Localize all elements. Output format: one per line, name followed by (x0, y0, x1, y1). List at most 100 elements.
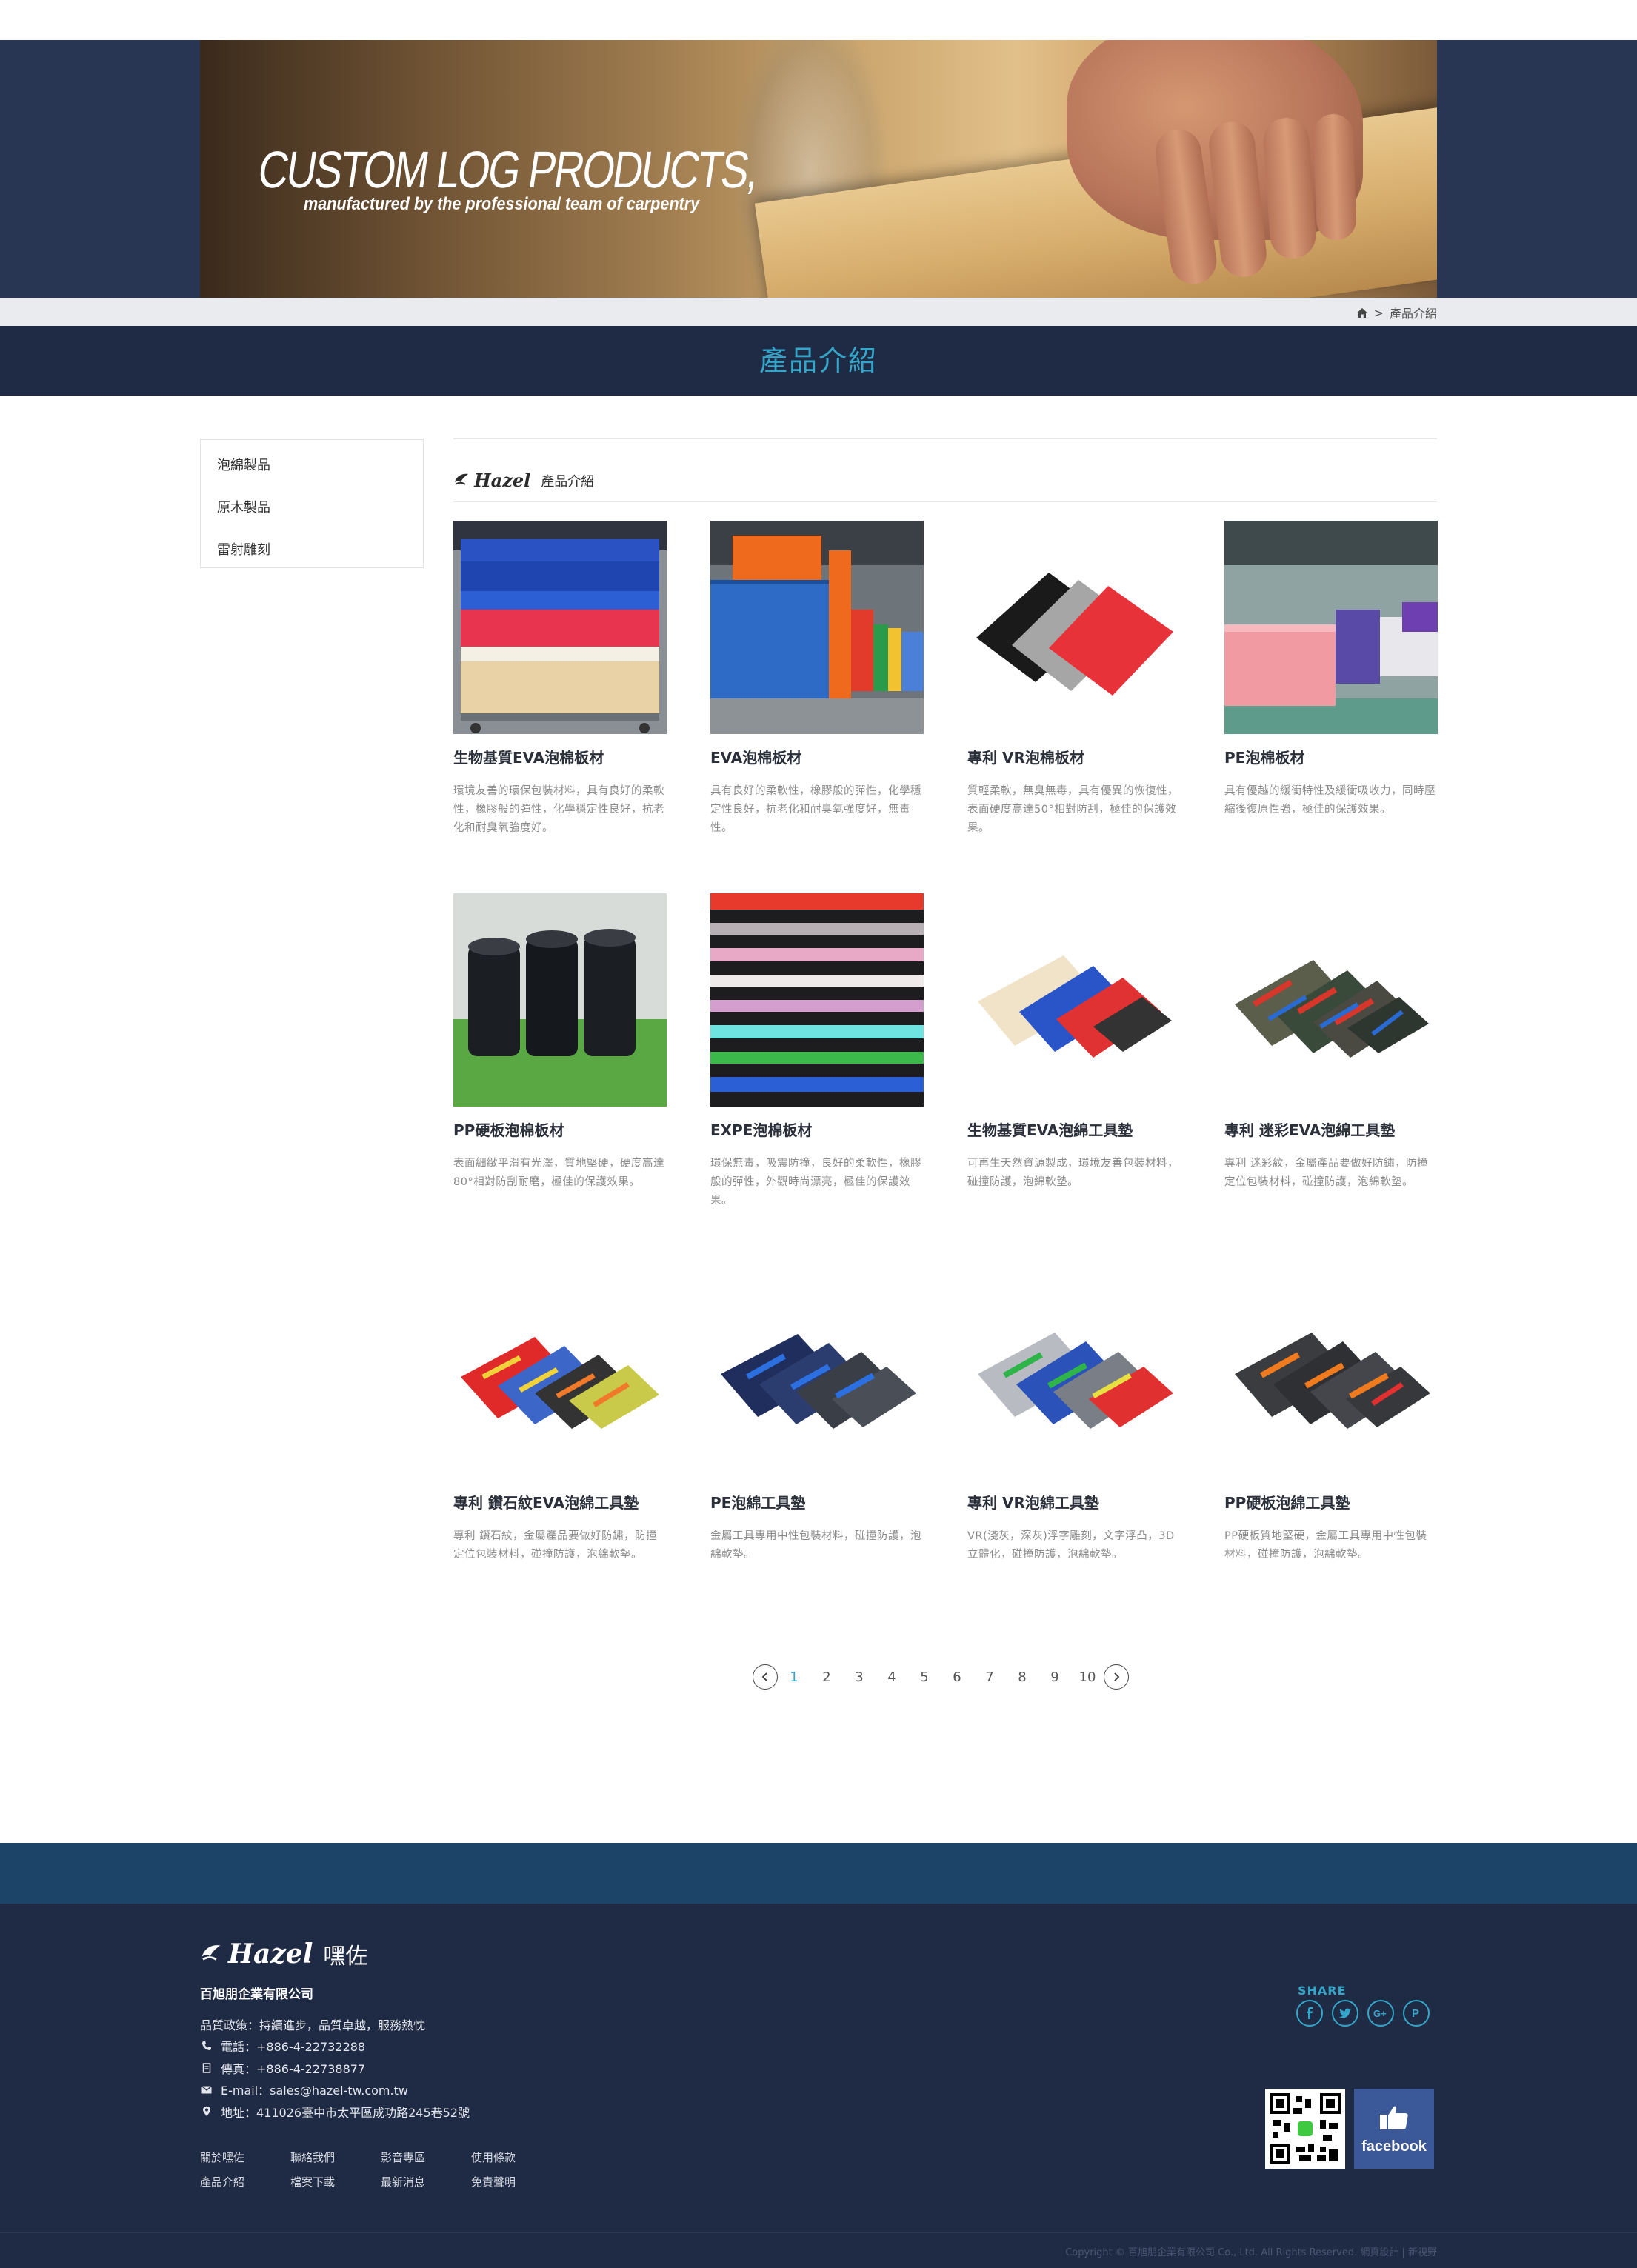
page-7[interactable]: 7 (973, 1670, 1006, 1685)
page-8[interactable]: 8 (1006, 1670, 1038, 1685)
product-image[interactable] (967, 893, 1181, 1107)
page-4[interactable]: 4 (876, 1670, 908, 1685)
product-title[interactable]: 專利 VR泡棉板材 (967, 746, 1181, 767)
product-description: 專利 鑽石紋，金屬產品要做好防鏽，防撞定位包裝材料，碰撞防護，泡綿軟墊。 (453, 1530, 658, 1561)
footer-link-video[interactable]: 影音專區 (381, 2149, 471, 2165)
product-title[interactable]: 專利 鑽石紋EVA泡綿工具墊 (453, 1491, 667, 1512)
footer-link-contact[interactable]: 聯絡我們 (290, 2149, 381, 2165)
product-card[interactable]: 生物基質EVA泡棉板材 環境友善的環保包裝材料，具有良好的柔軟性，橡膠般的彈性，… (453, 521, 667, 893)
facebook-badge[interactable]: facebook (1354, 2089, 1434, 2169)
footer-link-products[interactable]: 產品介紹 (200, 2174, 290, 2189)
pinterest-share-icon[interactable]: P (1403, 2000, 1430, 2027)
product-title[interactable]: 專利 迷彩EVA泡綿工具墊 (1224, 1118, 1438, 1140)
section-title: 產品介紹 (541, 473, 595, 490)
phone-number: 電話：+886-4-22732288 (221, 2040, 366, 2055)
street-address: 地址：411026臺中市太平區成功路245巷52號 (221, 2105, 470, 2120)
product-image[interactable] (453, 893, 667, 1107)
title-band: 產品介紹 (0, 326, 1637, 396)
pagination: 1 2 3 4 5 6 7 8 9 10 (753, 1664, 1129, 1690)
product-image[interactable] (453, 1266, 667, 1479)
page-3[interactable]: 3 (843, 1670, 876, 1685)
email-address[interactable]: E-mail：sales@hazel-tw.com.tw (221, 2081, 408, 2098)
product-card[interactable]: PP硬板泡綿工具墊 PP硬板質地堅硬，金屬工具專用中性包裝材料，碰撞防護，泡綿軟… (1224, 1266, 1438, 1638)
google-plus-share-icon[interactable]: G+ (1367, 2000, 1394, 2027)
product-card[interactable]: 生物基質EVA泡綿工具墊 可再生天然資源製成，環境友善包裝材料，碰撞防護，泡綿軟… (967, 893, 1181, 1266)
leaf-icon (200, 1942, 222, 1966)
footer-links: 關於嘿佐 聯絡我們 影音專區 使用條款 產品介紹 檔案下載 最新消息 免責聲明 (200, 2149, 561, 2189)
product-description: VR(淺灰，深灰)浮字雕刻，文字浮凸，3D立體化，碰撞防護，泡綿軟墊。 (967, 1530, 1175, 1561)
footer-link-downloads[interactable]: 檔案下載 (290, 2174, 381, 2189)
hero-image: CUSTOM LOG PRODUCTS, manufactured by the… (200, 40, 1437, 298)
category-sidebar: 泡綿製品 原木製品 雷射雕刻 (200, 439, 424, 568)
finger-shape (1261, 116, 1318, 260)
prev-page-button[interactable] (753, 1664, 778, 1690)
product-card[interactable]: EVA泡棉板材 具有良好的柔軟性，橡膠般的彈性，化學穩定性良好，抗老化和耐臭氧強… (710, 521, 924, 893)
product-description: 金屬工具專用中性包裝材料，碰撞防護，泡綿軟墊。 (710, 1530, 921, 1561)
product-title[interactable]: PP硬板泡棉板材 (453, 1118, 667, 1140)
facebook-share-icon[interactable] (1296, 2000, 1323, 2027)
footer-link-about[interactable]: 關於嘿佐 (200, 2149, 290, 2165)
brand-name: Hazel (474, 470, 531, 491)
product-card[interactable]: 專利 迷彩EVA泡綿工具墊 專利 迷彩紋，金屬產品要做好防鏽，防撞定位包裝材料，… (1224, 893, 1438, 1266)
product-image[interactable] (453, 521, 667, 734)
page-6[interactable]: 6 (941, 1670, 973, 1685)
product-card[interactable]: 專利 鑽石紋EVA泡綿工具墊 專利 鑽石紋，金屬產品要做好防鏽，防撞定位包裝材料… (453, 1266, 667, 1638)
hero-title: CUSTOM LOG PRODUCTS, (254, 141, 761, 199)
location-pin-icon (200, 2106, 213, 2117)
product-description: 具有良好的柔軟性，橡膠般的彈性，化學穩定性良好，抗老化和耐臭氧強度好，無毒性。 (710, 785, 921, 834)
leaf-icon (453, 472, 470, 490)
footer-divider (0, 2232, 1637, 2233)
sidebar-item-wood[interactable]: 原木製品 (201, 487, 423, 529)
chevron-right-icon (1114, 1672, 1120, 1681)
page-title: 產品介紹 (759, 344, 878, 377)
product-grid: 生物基質EVA泡棉板材 環境友善的環保包裝材料，具有良好的柔軟性，橡膠般的彈性，… (453, 521, 1438, 1638)
home-icon[interactable] (1356, 307, 1368, 318)
product-image[interactable] (967, 521, 1181, 734)
product-card[interactable]: PE泡棉板材 具有優越的緩衝特性及緩衝吸收力，同時壓縮後復原性強，極佳的保護效果… (1224, 521, 1438, 893)
sidebar-item-foam[interactable]: 泡綿製品 (201, 444, 423, 487)
next-page-button[interactable] (1104, 1664, 1129, 1690)
footer-brand-cn: 嘿佐 (323, 1944, 368, 1970)
brand-logo: Hazel (453, 470, 530, 491)
content-divider (453, 438, 1437, 439)
product-image[interactable] (710, 893, 924, 1107)
sidebar-item-laser[interactable]: 雷射雕刻 (201, 529, 423, 571)
product-title[interactable]: 生物基質EVA泡棉板材 (453, 746, 667, 767)
footer-link-terms[interactable]: 使用條款 (471, 2149, 561, 2165)
product-description: 表面細緻平滑有光澤，質地堅硬，硬度高達80°相對防刮耐磨，極佳的保護效果。 (453, 1158, 664, 1188)
page-1[interactable]: 1 (778, 1670, 810, 1685)
product-card[interactable]: 專利 VR泡棉板材 質輕柔軟，無臭無毒，具有優異的恢復性，表面硬度高達50°相對… (967, 521, 1181, 893)
page-10[interactable]: 10 (1071, 1670, 1104, 1685)
product-title[interactable]: PE泡綿工具墊 (710, 1491, 924, 1512)
product-image[interactable] (1224, 521, 1438, 734)
product-card[interactable]: PP硬板泡棉板材 表面細緻平滑有光澤，質地堅硬，硬度高達80°相對防刮耐磨，極佳… (453, 893, 667, 1266)
hero-banner: CUSTOM LOG PRODUCTS, manufactured by the… (0, 40, 1637, 298)
share-icons: G+ P (1296, 2000, 1430, 2027)
page-2[interactable]: 2 (810, 1670, 843, 1685)
product-card[interactable]: PE泡綿工具墊 金屬工具專用中性包裝材料，碰撞防護，泡綿軟墊。 (710, 1266, 924, 1638)
product-title[interactable]: 專利 VR泡綿工具墊 (967, 1491, 1181, 1512)
product-image[interactable] (710, 521, 924, 734)
breadcrumb: > 產品介紹 (1356, 304, 1437, 321)
copyright: Copyright © 百旭朋企業有限公司 Co., Ltd. All Righ… (1065, 2247, 1437, 2258)
breadcrumb-separator: > (1373, 305, 1384, 320)
product-image[interactable] (1224, 893, 1438, 1107)
twitter-share-icon[interactable] (1332, 2000, 1358, 2027)
hero-subtitle: manufactured by the professional team of… (304, 194, 700, 214)
product-title[interactable]: 生物基質EVA泡綿工具墊 (967, 1118, 1181, 1140)
thumbs-up-icon (1377, 2103, 1411, 2135)
footer-link-news[interactable]: 最新消息 (381, 2174, 471, 2189)
product-image[interactable] (967, 1266, 1181, 1479)
product-card[interactable]: 專利 VR泡綿工具墊 VR(淺灰，深灰)浮字雕刻，文字浮凸，3D立體化，碰撞防護… (967, 1266, 1181, 1638)
product-title[interactable]: PE泡棉板材 (1224, 746, 1438, 767)
product-title[interactable]: PP硬板泡綿工具墊 (1224, 1491, 1438, 1512)
product-image[interactable] (710, 1266, 924, 1479)
page-9[interactable]: 9 (1038, 1670, 1071, 1685)
page-5[interactable]: 5 (908, 1670, 941, 1685)
product-title[interactable]: EXPE泡棉板材 (710, 1118, 924, 1140)
mail-icon (200, 2085, 213, 2094)
product-title[interactable]: EVA泡棉板材 (710, 746, 924, 767)
footer-link-disclaimer[interactable]: 免責聲明 (471, 2174, 561, 2189)
product-image[interactable] (1224, 1266, 1438, 1479)
product-card[interactable]: EXPE泡棉板材 環保無毒，吸震防撞，良好的柔軟性，橡膠般的彈性，外觀時尚漂亮，… (710, 893, 924, 1266)
